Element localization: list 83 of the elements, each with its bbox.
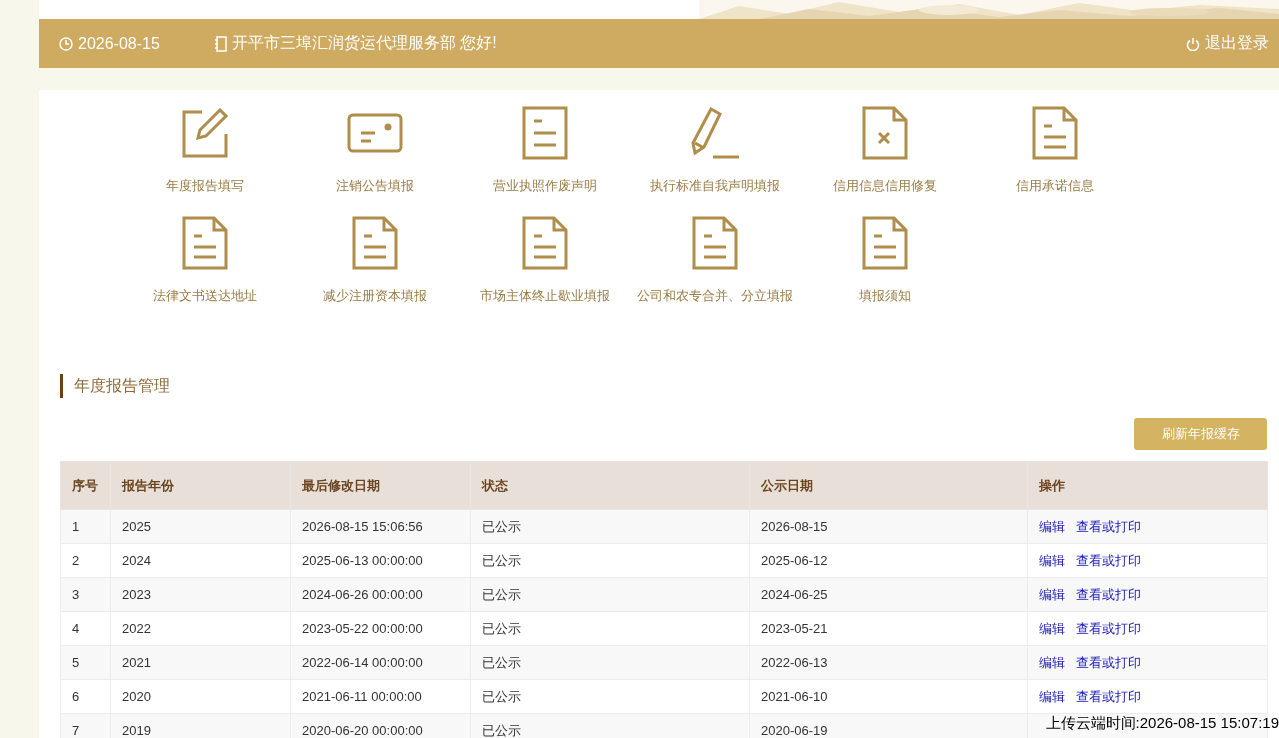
table-cell: 2019 bbox=[110, 713, 291, 738]
table-cell: 已公示 bbox=[470, 645, 750, 680]
current-date: 2026-08-15 bbox=[78, 34, 160, 53]
greeting-text: 开平市三埠汇润货运代理服务部 您好! bbox=[231, 33, 497, 53]
shortcut-tile[interactable]: 减少注册资本填报 bbox=[290, 216, 460, 324]
document-icon bbox=[352, 216, 398, 270]
shortcut-tile[interactable]: 法律文书送达地址 bbox=[120, 216, 290, 324]
table-cell: 2021 bbox=[110, 645, 291, 680]
table-cell: 已公示 bbox=[470, 577, 750, 612]
view-print-link[interactable]: 查看或打印 bbox=[1076, 688, 1141, 704]
shortcut-tile[interactable]: 信用信息信用修复 bbox=[800, 106, 970, 214]
table-cell: 2020-06-20 00:00:00 bbox=[290, 713, 471, 738]
shortcut-tile[interactable]: 执行标准自我声明填报 bbox=[630, 106, 800, 214]
shortcut-tile[interactable]: 填报须知 bbox=[800, 216, 970, 324]
view-print-link[interactable]: 查看或打印 bbox=[1076, 654, 1141, 670]
column-header: 报告年份 bbox=[110, 461, 291, 510]
document-icon bbox=[182, 216, 228, 270]
edit-icon bbox=[180, 108, 230, 158]
table-cell: 已公示 bbox=[470, 611, 750, 646]
view-print-link[interactable]: 查看或打印 bbox=[1076, 586, 1141, 602]
table-cell: 2025-06-13 00:00:00 bbox=[290, 543, 471, 578]
shortcut-tile[interactable]: 信用承诺信息 bbox=[970, 106, 1140, 214]
table-cell: 2022 bbox=[110, 611, 291, 646]
edit-link[interactable]: 编辑 bbox=[1039, 654, 1065, 670]
table-cell: 2026-08-15 bbox=[749, 509, 1028, 544]
view-print-link[interactable]: 查看或打印 bbox=[1076, 518, 1141, 534]
column-header: 状态 bbox=[470, 461, 750, 510]
clock-icon bbox=[59, 36, 73, 51]
column-header: 序号 bbox=[60, 461, 111, 510]
table-cell: 2 bbox=[60, 543, 111, 578]
table-cell: 2024 bbox=[110, 543, 291, 578]
table-cell: 2022-06-13 bbox=[749, 645, 1028, 680]
table-cell: 4 bbox=[60, 611, 111, 646]
document-x-icon bbox=[862, 106, 908, 160]
logout-link[interactable]: 退出登录 bbox=[1186, 33, 1269, 54]
table-cell: 2023-05-21 bbox=[749, 611, 1028, 646]
document-icon bbox=[692, 216, 738, 270]
view-print-link[interactable]: 查看或打印 bbox=[1076, 552, 1141, 568]
table-cell: 已公示 bbox=[470, 543, 750, 578]
table-cell: 2022-06-14 00:00:00 bbox=[290, 645, 471, 680]
table-cell: 5 bbox=[60, 645, 111, 680]
shortcut-tile[interactable]: 营业执照作废声明 bbox=[460, 106, 630, 214]
notebook-icon bbox=[214, 35, 227, 52]
table-cell: 2025 bbox=[110, 509, 291, 544]
edit-link[interactable]: 编辑 bbox=[1039, 688, 1065, 704]
document-icon bbox=[522, 106, 568, 160]
shortcut-tile[interactable]: 市场主体终止歇业填报 bbox=[460, 216, 630, 324]
table-cell: 2020 bbox=[110, 679, 291, 714]
document-icon bbox=[862, 216, 908, 270]
view-print-link[interactable]: 查看或打印 bbox=[1076, 620, 1141, 636]
table-cell: 2023 bbox=[110, 577, 291, 612]
table-cell: 6 bbox=[60, 679, 111, 714]
shortcut-tile[interactable]: 年度报告填写 bbox=[120, 106, 290, 214]
table-cell: 已公示 bbox=[470, 509, 750, 544]
pencil-icon bbox=[689, 106, 741, 160]
edit-link[interactable]: 编辑 bbox=[1039, 620, 1065, 636]
table-cell: 3 bbox=[60, 577, 111, 612]
table-cell: 2023-05-22 00:00:00 bbox=[290, 611, 471, 646]
table-cell: 已公示 bbox=[470, 713, 750, 738]
document-icon bbox=[1032, 106, 1078, 160]
table-cell: 2024-06-25 bbox=[749, 577, 1028, 612]
power-icon bbox=[1186, 36, 1200, 51]
table-cell: 7 bbox=[60, 713, 111, 738]
column-header: 最后修改日期 bbox=[290, 461, 471, 510]
edit-link[interactable]: 编辑 bbox=[1039, 518, 1065, 534]
table-cell: 2021-06-10 bbox=[749, 679, 1028, 714]
table-cell: 已公示 bbox=[470, 679, 750, 714]
upload-time-text: 上传云端时间:2026-08-15 15:07:19 bbox=[1045, 714, 1279, 733]
table-cell: 2025-06-12 bbox=[749, 543, 1028, 578]
table-cell: 2026-08-15 15:06:56 bbox=[290, 509, 471, 544]
column-header: 公示日期 bbox=[749, 461, 1028, 510]
table-cell: 2021-06-11 00:00:00 bbox=[290, 679, 471, 714]
table-cell: 2020-06-19 bbox=[749, 713, 1028, 738]
table-cell: 2024-06-26 00:00:00 bbox=[290, 577, 471, 612]
section-title: 年度报告管理 bbox=[60, 374, 170, 398]
shortcut-tile[interactable]: 公司和农专合并、分立填报 bbox=[630, 216, 800, 324]
edit-link[interactable]: 编辑 bbox=[1039, 552, 1065, 568]
card-icon bbox=[347, 111, 403, 155]
table-cell: 1 bbox=[60, 509, 111, 544]
shortcut-tile[interactable]: 注销公告填报 bbox=[290, 106, 460, 214]
column-header: 操作 bbox=[1027, 461, 1268, 510]
document-icon bbox=[522, 216, 568, 270]
edit-link[interactable]: 编辑 bbox=[1039, 586, 1065, 602]
